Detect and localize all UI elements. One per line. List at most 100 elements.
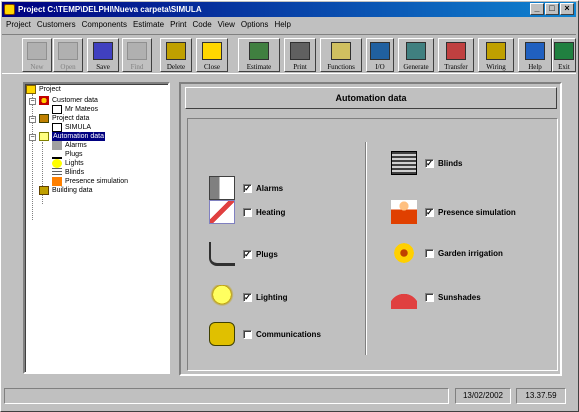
save-icon [93, 42, 113, 60]
help-button[interactable]: Help [518, 38, 552, 72]
menu-print[interactable]: Print [167, 19, 189, 32]
delete-icon [166, 42, 186, 60]
minimize-button[interactable]: _ [530, 3, 544, 15]
panel-title: Automation data [185, 87, 557, 109]
option-label[interactable]: Heating [256, 208, 285, 217]
heating-checkbox[interactable] [243, 207, 252, 217]
generate-button[interactable]: Generate [398, 38, 434, 72]
blinds-icon [52, 168, 62, 177]
project-tree[interactable]: − − − Project Customer data Mr Mateos Pr… [23, 82, 170, 374]
option-alarms: ✓ Alarms [209, 176, 283, 200]
tree-item-plugs[interactable]: Plugs [52, 150, 83, 159]
tree-item-customer-data[interactable]: Customer data [39, 96, 98, 105]
io-button[interactable]: I/O [366, 38, 394, 72]
column-divider [365, 142, 367, 355]
title-bar: Project C:\TEMP\DELPHI\Nueva carpeta\SIM… [2, 2, 576, 17]
option-label[interactable]: Communications [256, 330, 321, 339]
menu-project[interactable]: Project [3, 19, 34, 32]
project-data-icon [39, 114, 49, 123]
option-label[interactable]: Lighting [256, 293, 288, 302]
customer-icon [39, 96, 49, 105]
option-label[interactable]: Presence simulation [438, 208, 516, 217]
help-icon [525, 42, 545, 60]
option-presence-simulation: ✓ Presence simulation [391, 200, 516, 224]
tree-item-project-data[interactable]: Project data [39, 114, 89, 123]
document-icon [52, 105, 62, 114]
tree-item-presence[interactable]: Presence simulation [52, 177, 128, 186]
collapse-toggle[interactable]: − [29, 98, 36, 105]
new-button[interactable]: New [22, 38, 52, 72]
menu-code[interactable]: Code [190, 19, 215, 32]
option-blinds: ✓ Blinds [391, 151, 462, 175]
communications-checkbox[interactable] [243, 329, 252, 339]
plug-icon [209, 242, 235, 266]
io-icon [370, 42, 390, 60]
print-button[interactable]: Print [284, 38, 316, 72]
presence-simulation-checkbox[interactable]: ✓ [425, 207, 434, 217]
wiring-button[interactable]: Wiring [478, 38, 514, 72]
delete-button[interactable]: Delete [160, 38, 192, 72]
blinds-checkbox[interactable]: ✓ [425, 158, 434, 168]
tree-item-customer[interactable]: Mr Mateos [52, 105, 98, 114]
tree-item-project-name[interactable]: SIMULA [52, 123, 91, 132]
collapse-toggle[interactable]: − [29, 134, 36, 141]
tree-item-alarms[interactable]: Alarms [52, 141, 87, 150]
close-button[interactable]: × [560, 3, 574, 15]
close-folder-icon [202, 42, 222, 60]
garden-irrigation-checkbox[interactable] [425, 248, 434, 258]
estimate-icon [249, 42, 269, 60]
option-label[interactable]: Garden irrigation [438, 249, 503, 258]
option-label[interactable]: Alarms [256, 184, 283, 193]
thermometer-icon [209, 200, 235, 224]
transfer-icon [446, 42, 466, 60]
collapse-toggle[interactable]: − [29, 116, 36, 123]
bulb-icon [52, 159, 62, 168]
document-icon [52, 123, 62, 132]
wiring-icon [486, 42, 506, 60]
menu-help[interactable]: Help [271, 19, 293, 32]
speaker-icon [209, 176, 235, 200]
status-message [4, 388, 449, 404]
generate-icon [406, 42, 426, 60]
tree-item-blinds[interactable]: Blinds [52, 168, 84, 177]
option-label[interactable]: Plugs [256, 250, 278, 259]
maximize-button[interactable]: □ [545, 3, 559, 15]
menu-customers[interactable]: Customers [34, 19, 79, 32]
option-sunshades: Sunshades [391, 285, 481, 309]
functions-button[interactable]: Functions [320, 38, 362, 72]
menu-view[interactable]: View [215, 19, 238, 32]
tree-item-building-data[interactable]: Building data [39, 186, 92, 195]
open-folder-icon [39, 132, 49, 141]
save-button[interactable]: Save [87, 38, 119, 72]
transfer-button[interactable]: Transfer [438, 38, 474, 72]
toolbar: New Open Save Find Delete Close Estimate Print F… [2, 34, 576, 74]
plugs-checkbox[interactable]: ✓ [243, 249, 252, 259]
print-icon [290, 42, 310, 60]
sunshades-checkbox[interactable] [425, 292, 434, 302]
lighting-checkbox[interactable]: ✓ [243, 292, 252, 302]
alarms-checkbox[interactable]: ✓ [243, 183, 252, 193]
tree-item-project[interactable]: Project [26, 85, 61, 94]
status-bar: 13/02/2002 13.37.59 [4, 385, 575, 407]
tree-item-lights[interactable]: Lights [52, 159, 84, 168]
person-icon [52, 177, 62, 186]
estimate-button[interactable]: Estimate [238, 38, 280, 72]
option-plugs: ✓ Plugs [209, 242, 278, 266]
building-icon [39, 186, 49, 195]
find-button[interactable]: Find [122, 38, 152, 72]
open-button[interactable]: Open [53, 38, 83, 72]
option-lighting: ✓ Lighting [209, 285, 288, 309]
menu-components[interactable]: Components [79, 19, 130, 32]
option-label[interactable]: Sunshades [438, 293, 481, 302]
option-label[interactable]: Blinds [438, 159, 462, 168]
menu-estimate[interactable]: Estimate [130, 19, 167, 32]
close-button[interactable]: Close [196, 38, 228, 72]
app-icon [4, 4, 15, 15]
plug-icon [52, 150, 62, 159]
exit-button[interactable]: Exit [552, 38, 576, 72]
umbrella-icon [391, 285, 417, 309]
blinds-icon [391, 151, 417, 175]
new-icon [27, 42, 47, 60]
tree-item-automation-data[interactable]: Automation data [39, 132, 105, 141]
menu-options[interactable]: Options [238, 19, 272, 32]
